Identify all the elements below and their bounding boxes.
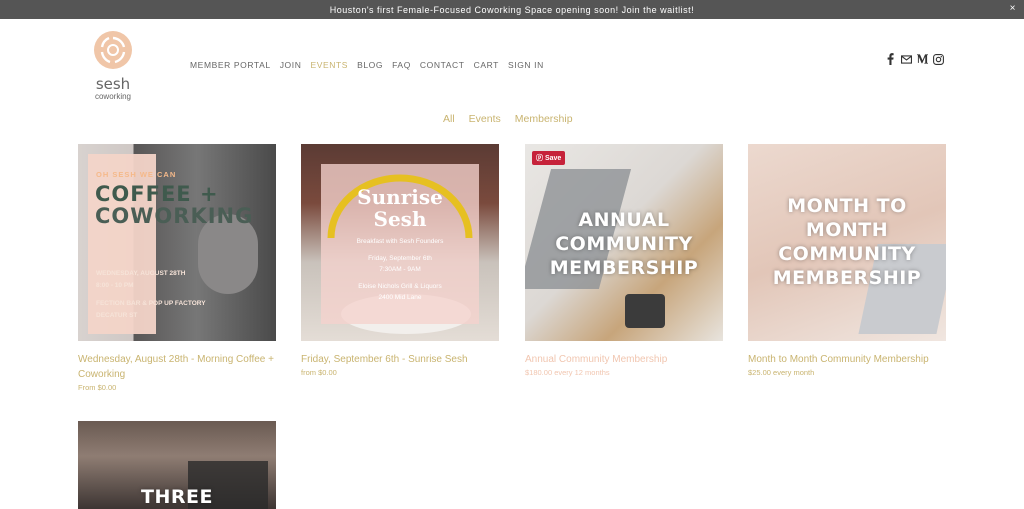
product-title[interactable]: Friday, September 6th - Sunrise Sesh xyxy=(301,352,499,367)
image-headline-line1: Sunrise xyxy=(357,185,443,209)
logo-subtext: coworking xyxy=(94,92,131,101)
image-headline: COFFEE + COWORKING xyxy=(95,183,253,227)
medium-icon[interactable] xyxy=(917,53,928,65)
nav-events[interactable]: EVENTS xyxy=(310,60,348,70)
site-logo[interactable]: sesh coworking xyxy=(88,30,138,102)
image-headline-line2: COMMUNITY xyxy=(555,233,693,255)
product-price: $180.00 every 12 months xyxy=(525,368,610,377)
instagram-icon[interactable] xyxy=(933,53,944,65)
image-details: Breakfast with Sesh Founders Friday, Sep… xyxy=(301,236,499,303)
image-headline: ANNUAL COMMUNITY MEMBERSHIP xyxy=(525,208,723,280)
image-headline: Sunrise Sesh xyxy=(301,186,499,230)
product-card[interactable]: OH SESH WE CAN COFFEE + COWORKING WEDNES… xyxy=(78,144,276,392)
product-title[interactable]: Annual Community Membership xyxy=(525,352,723,367)
email-icon[interactable] xyxy=(901,53,912,65)
close-icon[interactable]: × xyxy=(1010,3,1016,14)
nav-sign-in[interactable]: SIGN IN xyxy=(508,60,544,70)
product-card[interactable]: THREE xyxy=(78,421,276,509)
image-headline-line2: COWORKING xyxy=(95,204,254,228)
product-price: From $0.00 xyxy=(78,383,117,392)
product-card[interactable]: MONTH TO MONTH COMMUNITY MEMBERSHIP Mont… xyxy=(748,144,946,377)
category-filter: All Events Membership xyxy=(443,113,573,125)
image-detail-sub: Breakfast with Sesh Founders xyxy=(356,238,444,245)
filter-events[interactable]: Events xyxy=(469,113,501,125)
logo-wordmark: sesh xyxy=(95,75,131,93)
image-headline-line1: ANNUAL xyxy=(578,209,670,231)
image-headline: THREE xyxy=(141,486,213,508)
pinterest-icon: ⓟ xyxy=(536,155,543,162)
main-nav: MEMBER PORTAL JOIN EVENTS BLOG FAQ CONTA… xyxy=(190,60,544,70)
filter-all[interactable]: All xyxy=(443,113,455,125)
product-card[interactable]: Sunrise Sesh Breakfast with Sesh Founder… xyxy=(301,144,499,377)
image-detail-date: WEDNESDAY, AUGUST 28TH xyxy=(96,270,186,277)
filter-membership[interactable]: Membership xyxy=(515,113,573,125)
product-image[interactable]: OH SESH WE CAN COFFEE + COWORKING WEDNES… xyxy=(78,144,276,341)
product-price: $25.00 every month xyxy=(748,368,815,377)
image-detail-venue: FECTION BAR & POP UP FACTORY xyxy=(96,300,206,307)
image-detail-date: Friday, September 6th xyxy=(368,255,432,262)
product-title[interactable]: Month to Month Community Membership xyxy=(748,352,946,367)
image-headline: MONTH TO MONTH COMMUNITY MEMBERSHIP xyxy=(748,194,946,290)
image-detail-venue: Eloise Nichols Grill & Liquors xyxy=(358,283,442,290)
product-image[interactable]: ANNUAL COMMUNITY MEMBERSHIP ⓟ Save xyxy=(525,144,723,341)
image-headline-line2: Sesh xyxy=(373,207,427,231)
product-image[interactable]: Sunrise Sesh Breakfast with Sesh Founder… xyxy=(301,144,499,341)
image-details: WEDNESDAY, AUGUST 28TH 8:00 - 10 PM FECT… xyxy=(96,268,206,322)
image-headline-line3: MEMBERSHIP xyxy=(549,257,699,279)
product-card[interactable]: ANNUAL COMMUNITY MEMBERSHIP ⓟ Save Annua… xyxy=(525,144,723,377)
nav-join[interactable]: JOIN xyxy=(280,60,302,70)
image-headline-line1: COFFEE + xyxy=(95,182,219,206)
announcement-banner[interactable]: Houston's first Female-Focused Coworking… xyxy=(0,0,1024,19)
image-headline-line2: MONTH xyxy=(805,219,889,241)
image-detail-address: DECATUR ST xyxy=(96,312,138,319)
image-headline-line4: MEMBERSHIP xyxy=(772,267,922,289)
image-detail-address: 2400 Mid Lane xyxy=(378,294,422,301)
product-title[interactable]: Wednesday, August 28th - Morning Coffee … xyxy=(78,352,276,382)
image-headline-line3: COMMUNITY xyxy=(778,243,916,265)
save-label: Save xyxy=(544,155,562,162)
facebook-icon[interactable] xyxy=(885,53,896,65)
nav-blog[interactable]: BLOG xyxy=(357,60,383,70)
nav-member-portal[interactable]: MEMBER PORTAL xyxy=(190,60,271,70)
social-links xyxy=(885,53,944,65)
nav-contact[interactable]: CONTACT xyxy=(420,60,465,70)
product-image[interactable]: THREE xyxy=(78,421,276,509)
logo-mark-icon xyxy=(94,31,132,69)
nav-cart[interactable]: CART xyxy=(474,60,499,70)
image-headline-line1: MONTH TO xyxy=(787,195,907,217)
coffee-cup-photo xyxy=(625,294,665,328)
product-image[interactable]: MONTH TO MONTH COMMUNITY MEMBERSHIP xyxy=(748,144,946,341)
banner-text[interactable]: Houston's first Female-Focused Coworking… xyxy=(330,5,694,15)
product-price: from $0.00 xyxy=(301,368,337,377)
nav-faq[interactable]: FAQ xyxy=(392,60,411,70)
pinterest-save-button[interactable]: ⓟ Save xyxy=(532,151,566,165)
image-detail-time: 7:30AM - 9AM xyxy=(379,266,421,273)
image-tag: OH SESH WE CAN xyxy=(96,170,177,179)
image-detail-time: 8:00 - 10 PM xyxy=(96,282,134,289)
